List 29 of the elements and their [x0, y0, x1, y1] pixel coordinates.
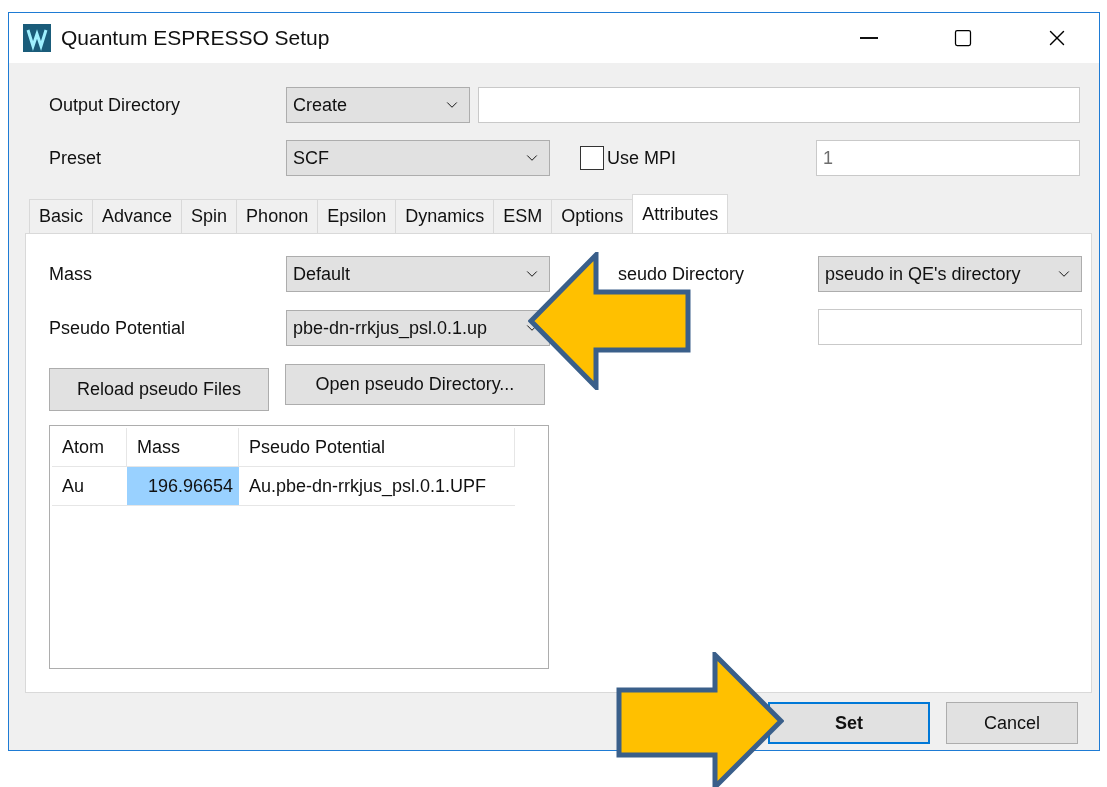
action-button[interactable]: Reload pseudo Files [49, 368, 269, 411]
mode-dropdown[interactable]: Create [286, 87, 470, 123]
window-title: Quantum ESPRESSO Setup [61, 26, 331, 50]
field-label: Mass [49, 263, 93, 285]
directory-input[interactable] [818, 309, 1082, 345]
app-logo-icon [23, 24, 51, 52]
checkbox[interactable] [580, 146, 604, 170]
column-header: Pseudo Potential [239, 428, 515, 466]
tab[interactable]: Attributes [632, 194, 729, 233]
action-button[interactable]: Open pseudo Directory... [285, 364, 545, 405]
table-cell[interactable]: 196.96654 [127, 467, 239, 505]
directory-input[interactable] [478, 87, 1080, 123]
field-label: seudo Directory [617, 263, 746, 285]
field-label: Preset [49, 147, 103, 169]
maximize-icon [953, 28, 973, 48]
right-arrow-icon [616, 652, 784, 787]
field-label: Output Directory [49, 94, 182, 116]
preset-dropdown[interactable]: SCF [286, 140, 550, 176]
pseudo-potential-dropdown[interactable]: pbe-dn-rrkjus_psl.0.1.up [286, 310, 550, 346]
column-header: Atom [52, 428, 127, 466]
default-button[interactable]: Set [768, 702, 930, 744]
mass-dropdown[interactable]: Default [286, 256, 550, 292]
minimize-icon [860, 37, 878, 39]
dialog-button[interactable]: Cancel [946, 702, 1078, 744]
column-header: Mass [127, 428, 239, 466]
pseudo-directory-dropdown[interactable]: pseudo in QE's directory [818, 256, 1082, 292]
tab[interactable]: Basic [29, 199, 93, 233]
field-label: Pseudo Potential [49, 317, 187, 339]
checkbox-label: Use MPI [607, 147, 676, 169]
